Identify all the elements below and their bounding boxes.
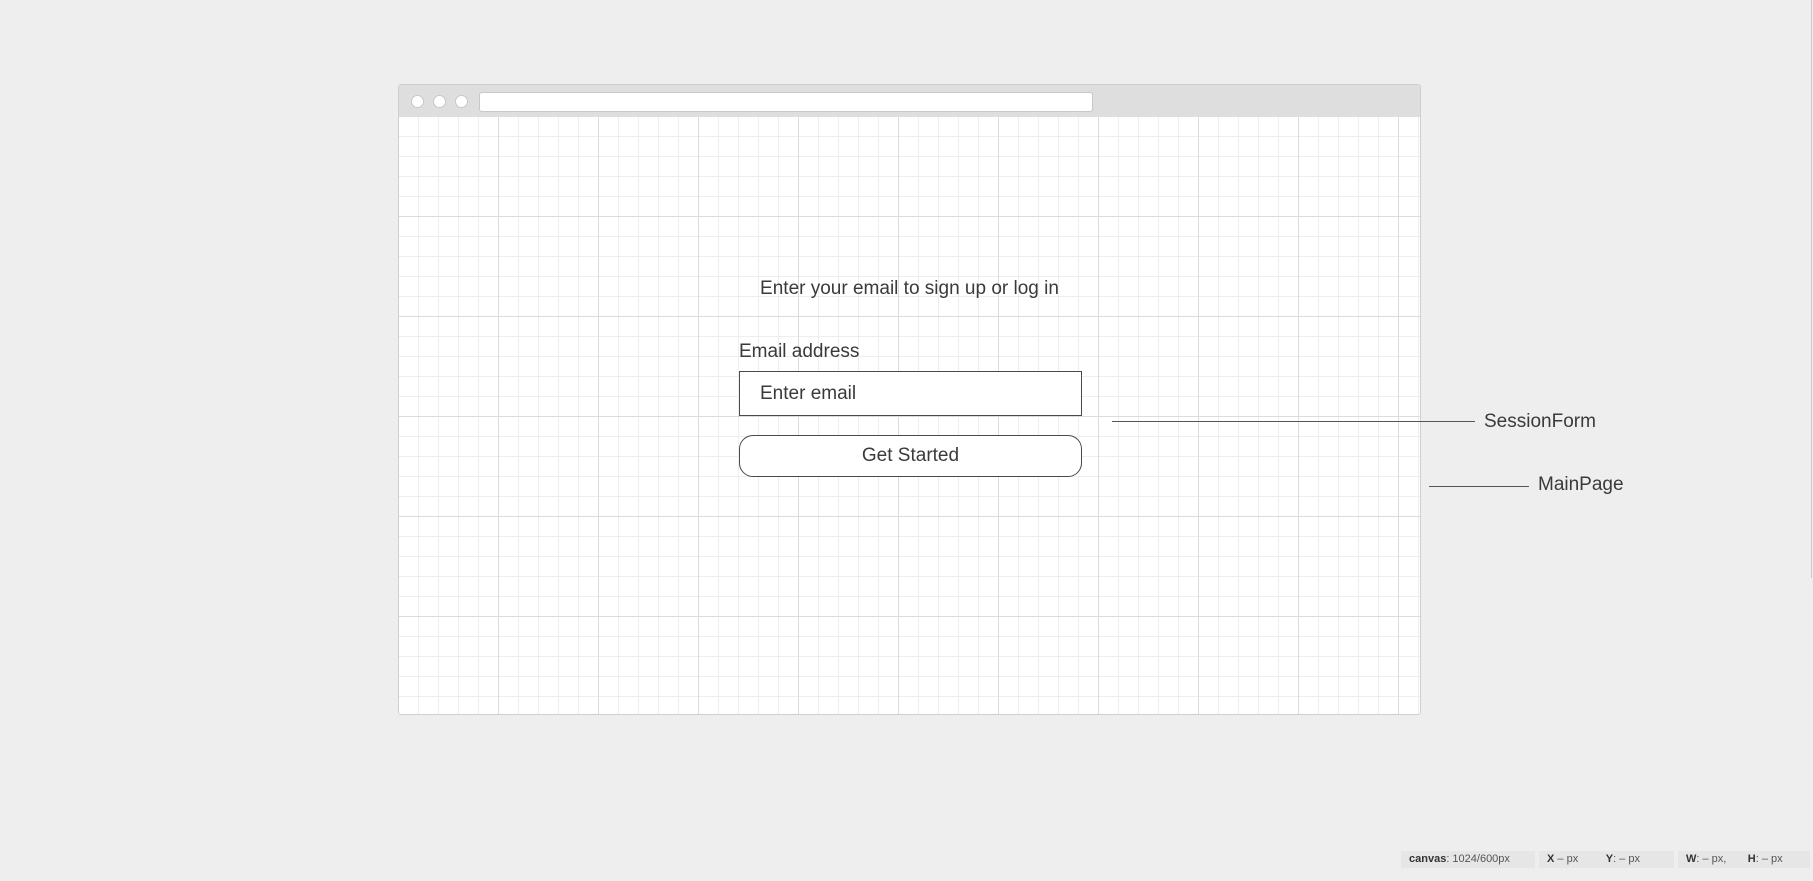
- size-readout: W: – px, H: – px: [1678, 851, 1810, 868]
- main-page-annotation: MainPage: [1538, 474, 1624, 495]
- session-form-annotation: SessionForm: [1484, 411, 1596, 432]
- browser-toolbar: [399, 85, 1420, 118]
- canvas-size-readout: canvas: 1024/600px: [1401, 851, 1535, 868]
- email-label: Email address: [739, 341, 860, 362]
- main-page-leader-line: [1429, 486, 1529, 487]
- stage: Enter your email to sign up or log in Em…: [0, 0, 1813, 881]
- session-form-leader-line: [1112, 421, 1475, 422]
- x-readout-value: – px: [1554, 853, 1579, 865]
- window-maximize-dot-icon: [455, 95, 468, 108]
- w-readout-label: W: [1686, 853, 1697, 865]
- get-started-button[interactable]: Get Started: [739, 435, 1082, 477]
- window-minimize-dot-icon: [433, 95, 446, 108]
- h-readout-label: H: [1747, 853, 1756, 865]
- y-readout-value: : – px: [1613, 853, 1640, 865]
- canvas-readout-value: : 1024/600px: [1446, 853, 1510, 865]
- canvas-readout-label: canvas: [1409, 853, 1447, 865]
- y-readout-label: Y: [1605, 853, 1614, 865]
- address-bar: [479, 92, 1093, 112]
- status-bar: canvas: 1024/600px X – px Y: – px W: – p…: [1401, 851, 1810, 868]
- w-readout-value: : – px,: [1696, 853, 1727, 865]
- position-readout: X – px Y: – px: [1539, 851, 1674, 868]
- vertical-scrollbar[interactable]: [1811, 0, 1812, 578]
- h-readout-value: : – px: [1755, 853, 1783, 865]
- page-heading: Enter your email to sign up or log in: [760, 278, 1059, 299]
- window-close-dot-icon: [411, 95, 424, 108]
- email-input[interactable]: [739, 371, 1082, 416]
